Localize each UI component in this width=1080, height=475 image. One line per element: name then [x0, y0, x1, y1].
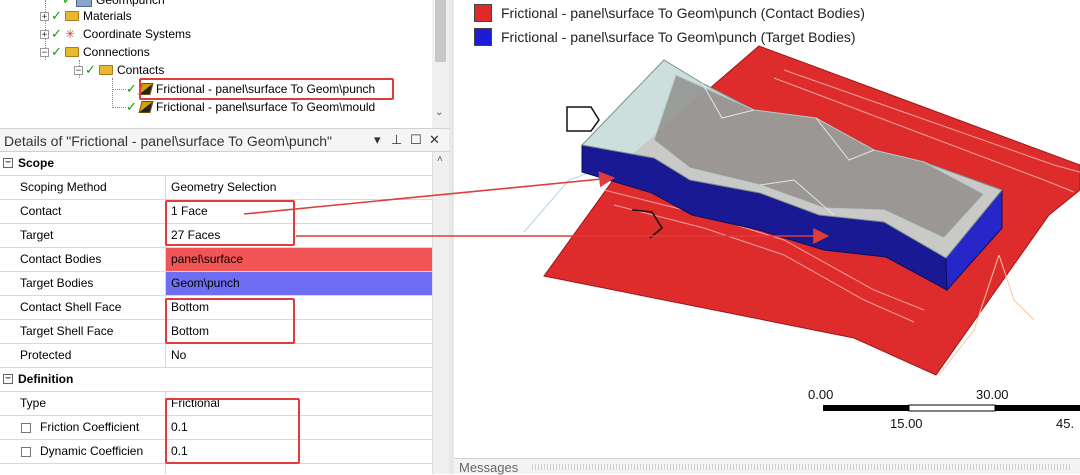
row-label: Target Bodies [17, 272, 166, 295]
row-label: Contact [17, 200, 166, 223]
tree-item-contacts[interactable]: − ✓ Contacts [74, 61, 164, 79]
checkmark-icon: ✓ [51, 44, 62, 59]
tree-item-coordinate-systems[interactable]: + ✓ Coordinate Systems [40, 25, 191, 43]
tree-item-materials[interactable]: + ✓ Materials [40, 7, 132, 25]
checkmark-icon: ✓ [126, 99, 137, 114]
body-icon [76, 0, 92, 7]
parameter-checkbox[interactable] [21, 422, 31, 433]
row-value[interactable]: No [166, 344, 432, 367]
tree-guide-line [112, 107, 126, 108]
messages-panel[interactable]: Messages [454, 458, 1080, 475]
tree-guide-line [112, 78, 113, 108]
scale-label-30: 30.00 [976, 387, 1009, 402]
checkmark-icon: ✓ [51, 26, 62, 41]
checkmark-icon: ✓ [126, 81, 137, 96]
highlight-box [165, 200, 295, 246]
scale-bar [823, 404, 1080, 412]
contact-region-icon [138, 101, 154, 113]
row-label-text: Dynamic Coefficien [40, 444, 144, 458]
collapse-icon[interactable]: − [40, 47, 49, 57]
tree-scrollbar[interactable]: ⌄ [432, 0, 449, 128]
checkmark-icon: ✓ [51, 8, 62, 23]
scale-segment [995, 405, 1080, 411]
messages-title: Messages [459, 460, 519, 475]
row-label: Protected [17, 344, 166, 367]
row-target-bodies[interactable]: Target Bodies Geom\punch [0, 272, 432, 296]
highlight-box [165, 398, 300, 464]
row-label: Contact Bodies [17, 248, 166, 271]
folder-icon [99, 65, 113, 75]
expand-icon[interactable]: + [40, 11, 49, 21]
scale-segment [823, 405, 909, 411]
row-value[interactable]: panel\surface [166, 248, 432, 271]
section-label: Scope [18, 156, 55, 170]
details-panel-title: Details of "Frictional - panel\surface T… [4, 133, 332, 149]
checkmark-icon: ✓ [85, 62, 96, 77]
details-scrollbar[interactable]: ˄ [432, 152, 449, 474]
pin-icon[interactable]: ⊥ [391, 132, 402, 148]
row-label: Target [17, 224, 166, 247]
row-scoping-method[interactable]: Scoping Method Geometry Selection [0, 176, 432, 200]
tree-item-label: Frictional - panel\surface To Geom\mould [156, 100, 376, 114]
details-panel-header: Details of "Frictional - panel\surface T… [0, 128, 449, 152]
row-label: Type [17, 392, 166, 415]
tree-item-connections[interactable]: − ✓ Connections [40, 43, 150, 61]
row-label: Friction Coefficient [17, 416, 166, 439]
row-label [17, 464, 166, 474]
details-grid: − Scope Scoping Method Geometry Selectio… [0, 152, 432, 474]
row-label: Contact Shell Face [17, 296, 166, 319]
coordinate-system-icon [65, 25, 79, 43]
highlight-box [165, 298, 295, 344]
tree-item-frictional-mould[interactable]: ✓ Frictional - panel\surface To Geom\mou… [126, 98, 375, 116]
maximize-icon[interactable]: ☐ [410, 132, 422, 148]
highlight-box [139, 78, 394, 100]
folder-icon [65, 11, 79, 21]
scale-label-45: 45. [1056, 416, 1075, 431]
axis-marker-icon [566, 106, 600, 132]
row-contact-bodies[interactable]: Contact Bodies panel\surface [0, 248, 432, 272]
outline-tree: ✓ Geom\punch + ✓ Materials + ✓ Coordinat… [0, 0, 432, 128]
close-icon[interactable]: ✕ [429, 132, 440, 148]
collapse-icon[interactable]: − [74, 65, 83, 75]
section-definition[interactable]: − Definition [0, 368, 432, 392]
row-next[interactable] [0, 464, 432, 474]
row-label: Scoping Method [17, 176, 166, 199]
tree-item-label: Coordinate Systems [83, 27, 192, 41]
dropdown-icon[interactable]: ▾ [374, 132, 381, 148]
tree-guide-line [112, 89, 126, 90]
row-label-text: Friction Coefficient [40, 420, 140, 434]
scroll-down-icon[interactable]: ⌄ [435, 107, 443, 118]
parameter-checkbox[interactable] [21, 446, 31, 457]
row-value[interactable]: Geom\punch [166, 272, 432, 295]
row-label: Target Shell Face [17, 320, 166, 343]
scale-label-0: 0.00 [808, 387, 834, 402]
section-label: Definition [18, 372, 74, 386]
row-value[interactable]: Geometry Selection [166, 176, 432, 199]
scale-segment [908, 404, 996, 412]
tree-item-label: Materials [83, 9, 132, 23]
tree-item-label: Contacts [117, 63, 165, 77]
row-label: Dynamic Coefficien [17, 440, 166, 463]
scrollbar-thumb[interactable] [435, 0, 446, 62]
section-scope[interactable]: − Scope [0, 152, 432, 176]
tree-item-label: Connections [83, 45, 150, 59]
graphics-viewport[interactable]: Frictional - panel\surface To Geom\punch… [454, 0, 1080, 458]
folder-icon [65, 47, 79, 57]
row-protected[interactable]: Protected No [0, 344, 432, 368]
expand-icon[interactable]: + [40, 29, 49, 39]
scroll-up-icon[interactable]: ˄ [437, 154, 443, 165]
scale-label-15: 15.00 [890, 416, 923, 431]
panel-grip [532, 464, 1072, 470]
